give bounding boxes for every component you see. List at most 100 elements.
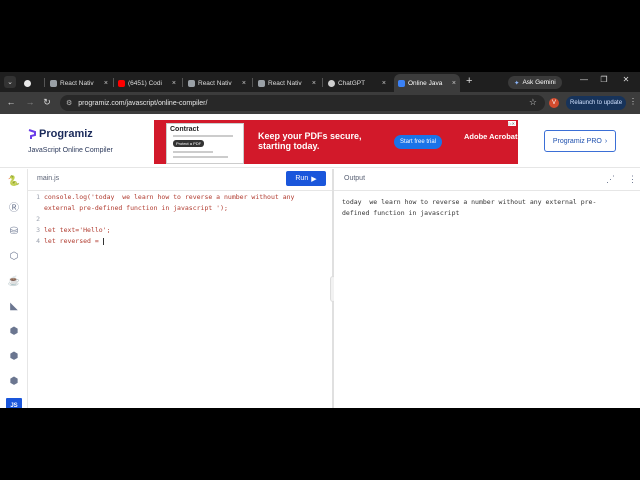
logo-text: Programiz (39, 128, 93, 140)
ad-protect-pill: Protect a PDF (173, 140, 205, 147)
python-icon[interactable]: 🐍 (6, 173, 22, 189)
programiz-icon (398, 79, 405, 87)
profile-avatar[interactable]: V (549, 98, 559, 108)
tab-label: React Nativ (60, 79, 94, 87)
minimize-icon[interactable]: — (577, 75, 591, 84)
line-number: 1 (36, 193, 40, 201)
play-icon: ▶ (311, 175, 317, 183)
run-label: Run (295, 175, 309, 182)
bookmark-star-icon[interactable]: ☆ (529, 97, 537, 108)
programiz-pro-button[interactable]: Programiz PRO › (544, 130, 616, 152)
tab-react-native-3[interactable]: React Nativ × (254, 74, 320, 92)
editor-toolbar: main.js Run ▶ (28, 169, 332, 191)
close-icon[interactable]: × (172, 80, 176, 87)
relaunch-button[interactable]: Relaunch to update (566, 96, 627, 110)
ad-doc-line (173, 156, 228, 158)
code-text-wrap: external pre-defined function in javascr… (44, 204, 228, 212)
file-tab[interactable]: main.js (37, 175, 59, 182)
tab-label: Online Java (408, 79, 443, 87)
code-text-current: let reversed = (44, 237, 104, 245)
browser-menu-icon[interactable]: ⋮ (629, 97, 637, 106)
github-icon (24, 79, 31, 87)
c-icon[interactable]: ⬢ (6, 323, 22, 339)
output-text: today we learn how to reverse a number w… (342, 198, 597, 217)
output-title: Output (344, 175, 366, 182)
code-area[interactable]: 1 console.log('today we learn how to rev… (28, 193, 332, 248)
tab-separator (252, 78, 253, 87)
cpp-icon[interactable]: ⬢ (6, 348, 22, 364)
browser-toolbar: ← → ↻ ⚙ programiz.com/javascript/online-… (0, 92, 640, 114)
ask-gemini-label: Ask Gemini (522, 79, 556, 86)
page-icon (188, 79, 195, 87)
kotlin-icon[interactable]: ◣ (6, 298, 22, 314)
site-info-icon[interactable]: ⚙ (66, 99, 72, 107)
tab-react-native-1[interactable]: React Nativ × (46, 74, 112, 92)
url-text[interactable]: programiz.com/javascript/online-compiler… (78, 100, 207, 107)
page-icon (50, 79, 57, 87)
share-icon[interactable]: ⋰ (606, 174, 615, 185)
pro-button-label: Programiz PRO (552, 137, 602, 145)
code-text: console.log('today we learn how to rever… (44, 193, 295, 201)
code-line: 1 console.log('today we learn how to rev… (28, 193, 332, 204)
run-button[interactable]: Run ▶ (286, 171, 326, 186)
js-icon[interactable]: JS (6, 398, 22, 408)
csharp-icon[interactable]: ⬢ (6, 373, 22, 389)
page-icon (258, 79, 265, 87)
close-icon[interactable]: × (382, 80, 386, 87)
tab-separator (44, 78, 45, 87)
page-subtitle: JavaScript Online Compiler (28, 147, 113, 154)
code-editor-pane: main.js Run ▶ 1 console.log('today we le… (28, 169, 332, 408)
close-icon[interactable]: × (242, 80, 246, 87)
ad-choices-icon[interactable]: ▷✕ (507, 121, 516, 126)
tab-chatgpt[interactable]: ChatGPT × (324, 74, 390, 92)
reload-icon[interactable]: ↻ (41, 97, 53, 108)
output-pane: Output ⋰ ⋮ today we learn how to reverse… (334, 169, 640, 408)
code-text: let text='Hello'; (44, 226, 111, 234)
tab-label: React Nativ (198, 79, 232, 87)
text-cursor (102, 237, 104, 245)
forward-arrow-icon[interactable]: → (24, 97, 36, 107)
chevron-right-icon: › (604, 137, 608, 145)
window-close-icon[interactable]: ✕ (619, 75, 633, 84)
java-icon[interactable]: ☕ (6, 273, 22, 289)
maximize-icon[interactable]: ❐ (597, 75, 611, 84)
sql-icon[interactable]: ⛁ (6, 223, 22, 239)
close-icon[interactable]: × (312, 80, 316, 87)
tab-search-button[interactable]: ⌄ (4, 76, 16, 88)
tab-separator (182, 78, 183, 87)
new-tab-button[interactable]: + (466, 75, 472, 87)
tab-label: React Nativ (268, 79, 302, 87)
tab-github[interactable] (20, 74, 42, 92)
more-options-icon[interactable]: ⋮ (628, 174, 637, 185)
line-number: 3 (36, 226, 40, 234)
ad-cta-button[interactable]: Start free trial (394, 135, 443, 149)
address-bar[interactable]: ⚙ programiz.com/javascript/online-compil… (60, 95, 545, 111)
programiz-logo[interactable]: Programiz (28, 128, 93, 140)
back-arrow-icon[interactable]: ← (5, 97, 17, 107)
tab-separator (322, 78, 323, 87)
html-icon[interactable]: ⬡ (6, 248, 22, 264)
youtube-icon (118, 79, 125, 87)
tab-youtube[interactable]: (6451) Codi × (114, 74, 180, 92)
line-number: 4 (36, 237, 40, 245)
ad-doc-title: Contract (170, 126, 199, 133)
tab-react-native-2[interactable]: React Nativ × (184, 74, 250, 92)
ad-brand: Adobe Acrobat (464, 132, 518, 141)
tab-online-javascript[interactable]: Online Java × (394, 74, 460, 92)
advertisement-banner[interactable]: Contract Protect a PDF Keep your PDFs se… (154, 120, 518, 164)
output-toolbar: Output ⋰ ⋮ (334, 169, 640, 191)
site-header: Programiz JavaScript Online Compiler Con… (0, 114, 640, 168)
close-icon[interactable]: × (104, 80, 108, 87)
code-line: 4 let reversed = (28, 237, 332, 248)
ask-gemini-button[interactable]: ✦ Ask Gemini (508, 76, 562, 89)
code-line-wrap: external pre-defined function in javascr… (28, 204, 332, 215)
line-number: 2 (36, 215, 40, 223)
code-line: 3 let text='Hello'; (28, 226, 332, 237)
r-icon[interactable]: Ⓡ (6, 198, 22, 214)
close-icon[interactable]: × (452, 80, 456, 87)
ad-document-image: Contract Protect a PDF (166, 123, 244, 164)
tab-strip: ⌄ React Nativ × (6451) Codi × React Nati… (0, 72, 640, 92)
ad-headline: Keep your PDFs secure, starting today. (258, 131, 362, 151)
code-text: let reversed = (44, 237, 103, 245)
logo-mark-icon (28, 128, 36, 139)
